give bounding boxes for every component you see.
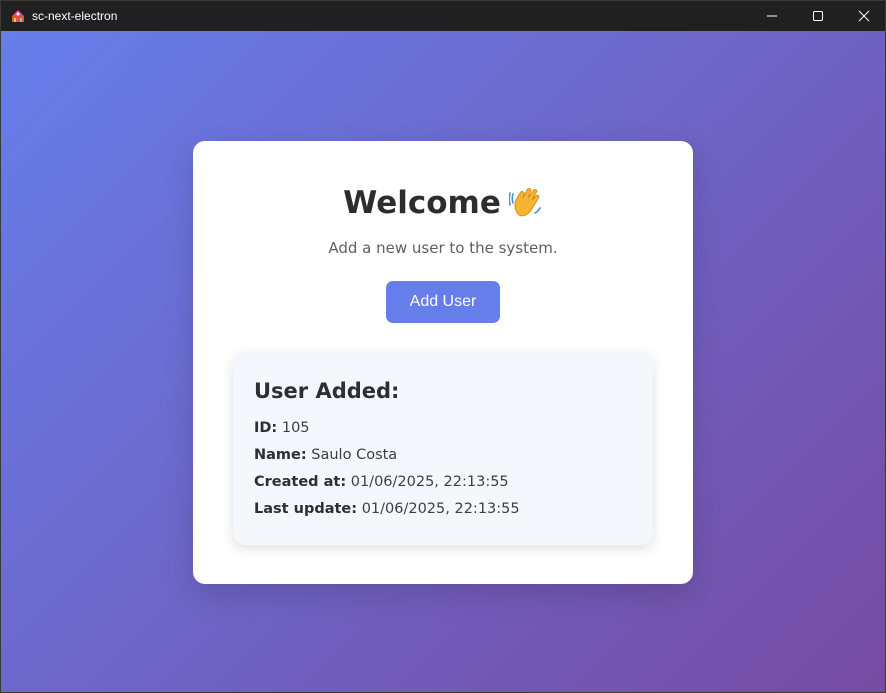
welcome-heading: Welcome	[343, 185, 501, 221]
title-bar[interactable]: sc-next-electron	[1, 1, 885, 31]
close-button[interactable]	[841, 1, 886, 31]
welcome-card: Welcome Add a new user to the system. Ad…	[193, 141, 693, 584]
user-name-field: Name: Saulo Costa	[254, 445, 397, 465]
user-name-label: Name:	[254, 447, 307, 463]
user-updated-value: 01/06/2025, 22:13:55	[361, 501, 520, 517]
window-title: sc-next-electron	[32, 9, 118, 23]
user-updated-field: Last update: 01/06/2025, 22:13:55	[254, 499, 520, 519]
minimize-button[interactable]	[749, 1, 795, 31]
maximize-button[interactable]	[795, 1, 841, 31]
user-updated-label: Last update:	[254, 501, 358, 517]
user-added-title: User Added:	[254, 379, 400, 403]
page-title: Welcome	[193, 183, 693, 229]
user-name-value: Saulo Costa	[311, 447, 398, 463]
minimize-icon	[767, 15, 777, 17]
electron-app-icon	[12, 10, 24, 22]
waving-hand-icon	[508, 185, 543, 229]
add-user-button[interactable]: Add User	[386, 281, 500, 323]
app-window: sc-next-electron Welcome Add a new user …	[0, 0, 886, 693]
app-content: Welcome Add a new user to the system. Ad…	[1, 31, 885, 692]
close-icon	[858, 10, 870, 22]
user-id-label: ID:	[254, 420, 278, 436]
user-id-value: 105	[281, 420, 310, 436]
user-created-value: 01/06/2025, 22:13:55	[350, 474, 509, 490]
user-created-field: Created at: 01/06/2025, 22:13:55	[254, 472, 509, 492]
user-added-panel: User Added: ID: 105 Name: Saulo Costa Cr…	[233, 351, 653, 545]
subtitle: Add a new user to the system.	[328, 239, 558, 257]
user-id-field: ID: 105	[254, 418, 310, 438]
user-created-label: Created at:	[254, 474, 347, 490]
maximize-icon	[813, 11, 823, 21]
